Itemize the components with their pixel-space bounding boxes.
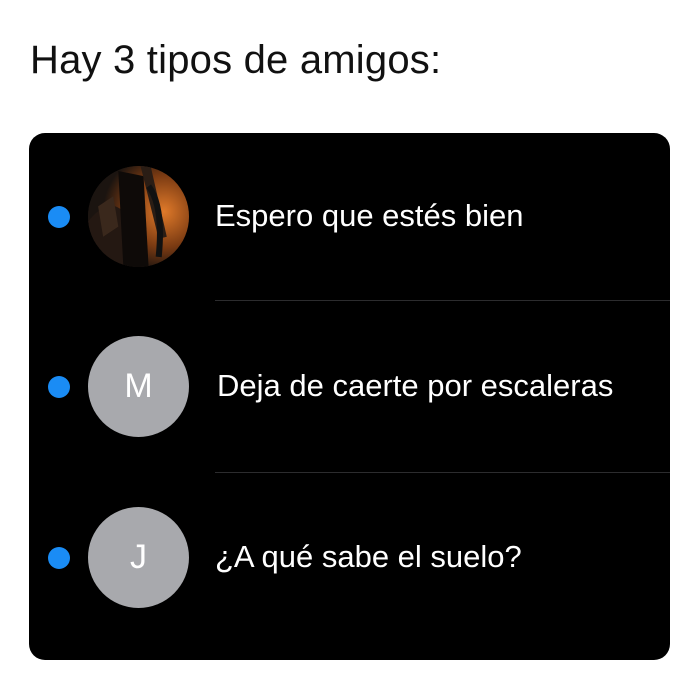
conversation-row[interactable]: Espero que estés bien <box>29 156 670 276</box>
divider <box>215 472 670 473</box>
unread-indicator-icon <box>48 547 70 569</box>
message-preview: ¿A qué sabe el suelo? <box>215 539 522 574</box>
conversation-row[interactable]: M Deja de caerte por escaleras <box>29 326 670 446</box>
message-preview: Deja de caerte por escaleras <box>217 368 614 403</box>
message-preview: Espero que estés bien <box>215 198 524 233</box>
avatar-initial: J <box>88 507 189 608</box>
divider <box>215 300 670 301</box>
avatar-initial: M <box>88 336 189 437</box>
message-list: Espero que estés bien M Deja de caerte p… <box>29 133 670 660</box>
unread-indicator-icon <box>48 206 70 228</box>
conversation-row[interactable]: J ¿A qué sabe el suelo? <box>29 497 670 617</box>
meme-caption: Hay 3 tipos de amigos: <box>30 38 442 82</box>
unread-indicator-icon <box>48 376 70 398</box>
user-photo-icon <box>88 166 189 267</box>
